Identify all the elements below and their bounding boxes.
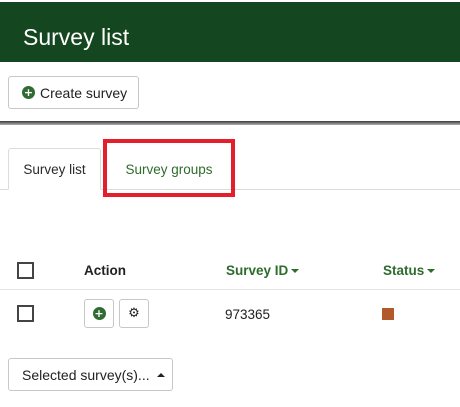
row-add-button[interactable]: + [84, 299, 114, 328]
page-title: Survey list [23, 24, 130, 50]
selected-surveys-label: Selected survey(s)... [22, 366, 150, 383]
column-header-survey-id[interactable]: Survey ID [226, 263, 300, 278]
status-header-label: Status [383, 263, 425, 278]
status-icon [382, 308, 394, 320]
toolbar-divider [0, 121, 460, 125]
page-header: Survey list [0, 0, 460, 62]
create-survey-label: Create survey [40, 84, 128, 101]
plus-circle-icon: + [92, 307, 106, 320]
gear-icon: ⚙ [128, 306, 140, 321]
select-all-checkbox[interactable] [17, 262, 34, 279]
row-checkbox[interactable] [17, 305, 34, 322]
tab-survey-groups-label: Survey groups [125, 161, 213, 177]
selected-surveys-button[interactable]: Selected survey(s)... [8, 358, 173, 391]
column-header-status[interactable]: Status [383, 263, 436, 278]
survey-id-cell: 973365 [225, 307, 271, 322]
caret-up-icon [156, 372, 165, 377]
caret-down-icon [291, 269, 300, 274]
create-survey-button[interactable]: + Create survey [8, 76, 139, 109]
tab-survey-list[interactable]: Survey list [8, 148, 101, 190]
row-settings-button[interactable]: ⚙ [119, 299, 149, 328]
header-row-divider [0, 289, 460, 290]
caret-down-icon [427, 269, 436, 274]
survey-id-header-label: Survey ID [226, 263, 289, 278]
tab-survey-list-label: Survey list [23, 161, 86, 177]
plus-circle-icon: + [22, 86, 35, 99]
tab-survey-groups[interactable]: Survey groups [110, 148, 228, 190]
column-header-action: Action [84, 263, 126, 278]
